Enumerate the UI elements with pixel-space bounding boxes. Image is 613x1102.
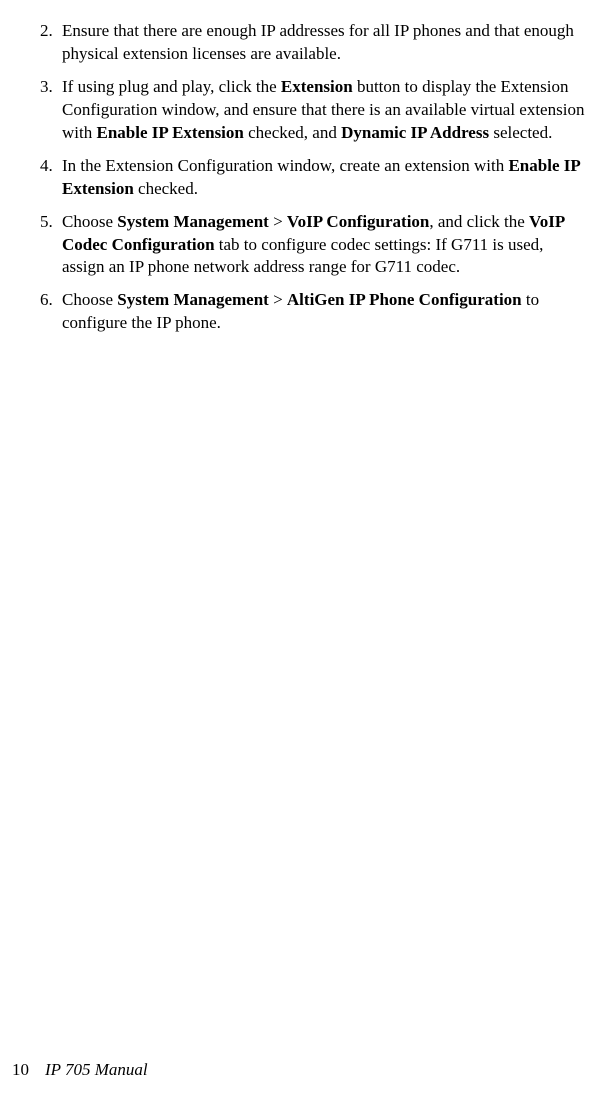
list-marker: 6. (40, 289, 62, 335)
manual-title: IP 705 Manual (45, 1060, 148, 1079)
list-text: Ensure that there are enough IP addresse… (62, 20, 585, 66)
list-item: 4. In the Extension Configuration window… (40, 155, 585, 201)
list-marker: 5. (40, 211, 62, 280)
list-text: Choose System Management > AltiGen IP Ph… (62, 289, 585, 335)
page-footer: 10 IP 705 Manual (12, 1060, 148, 1080)
list-marker: 4. (40, 155, 62, 201)
list-text: Choose System Management > VoIP Configur… (62, 211, 585, 280)
list-item: 3. If using plug and play, click the Ext… (40, 76, 585, 145)
list-text: If using plug and play, click the Extens… (62, 76, 585, 145)
list-marker: 3. (40, 76, 62, 145)
list-item: 2. Ensure that there are enough IP addre… (40, 20, 585, 66)
list-text: In the Extension Configuration window, c… (62, 155, 585, 201)
list-item: 6. Choose System Management > AltiGen IP… (40, 289, 585, 335)
list-marker: 2. (40, 20, 62, 66)
page-number: 10 (12, 1060, 29, 1079)
list-item: 5. Choose System Management > VoIP Confi… (40, 211, 585, 280)
document-content: 2. Ensure that there are enough IP addre… (40, 20, 585, 335)
